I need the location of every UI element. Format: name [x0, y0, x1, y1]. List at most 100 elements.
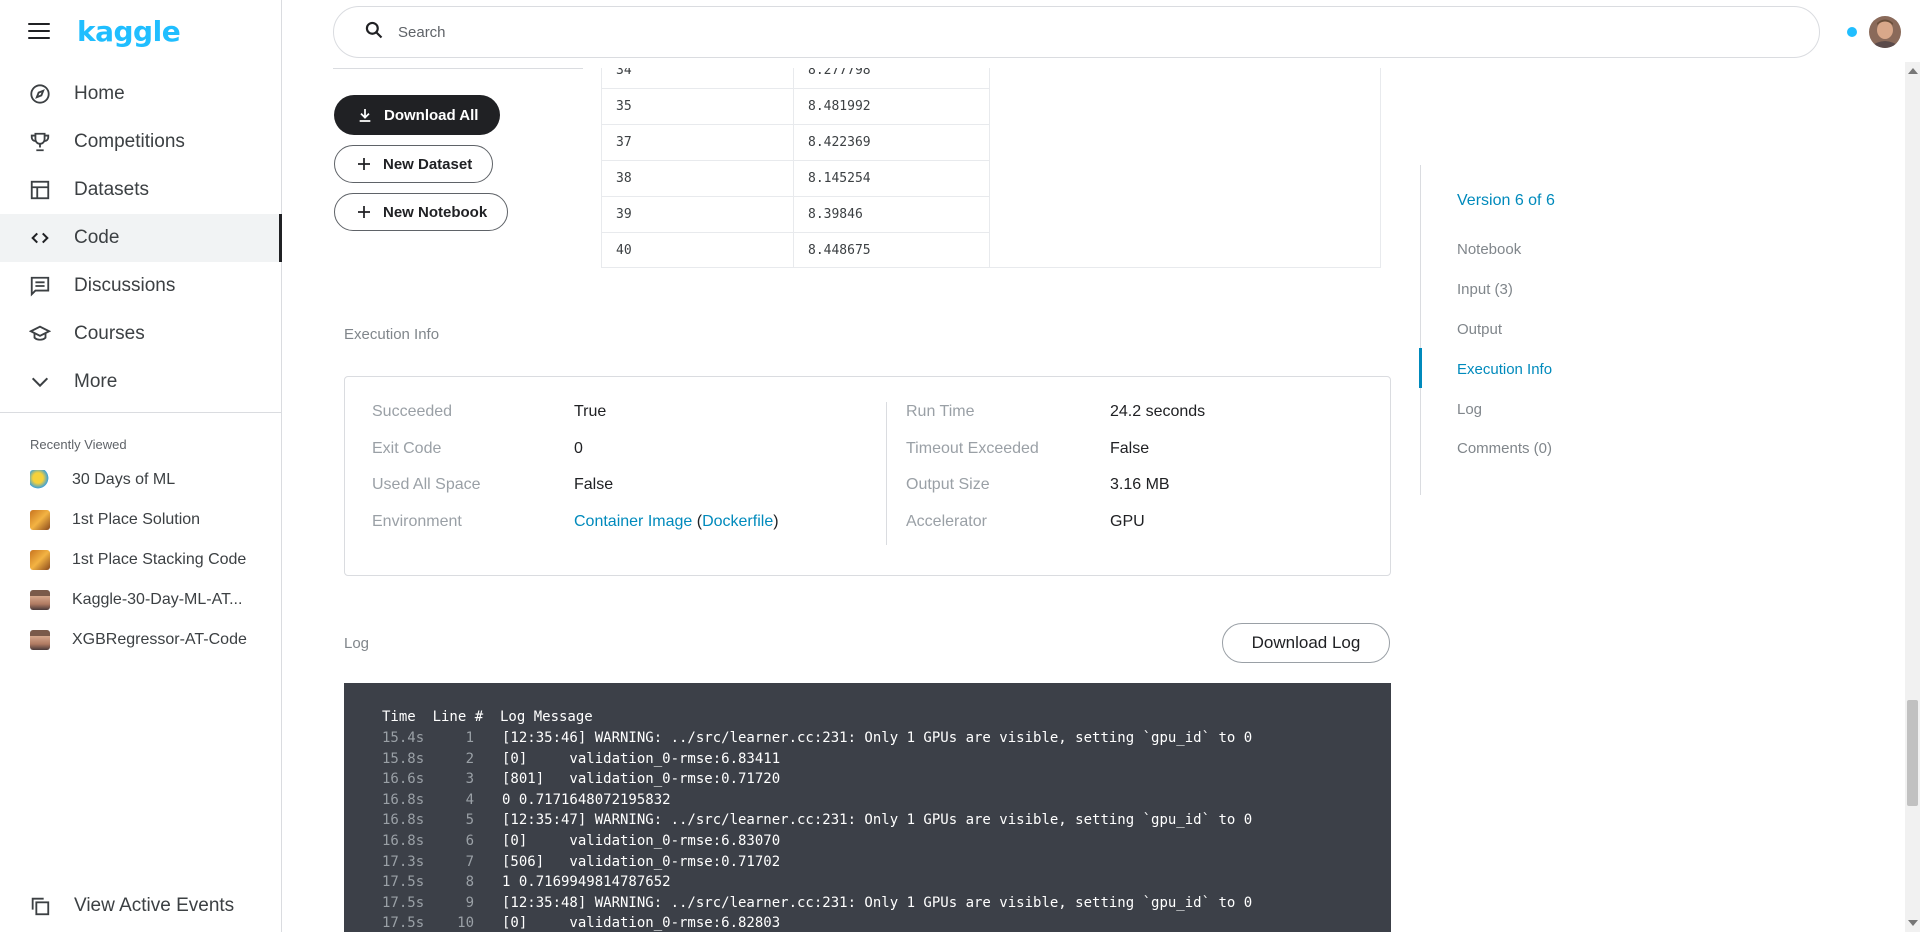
toc-item-comments[interactable]: Comments (0): [1457, 440, 1552, 457]
exec-key: Run Time: [906, 403, 975, 420]
sidebar-header: kaggle: [0, 0, 281, 62]
exec-key: Accelerator: [906, 513, 987, 530]
scroll-down-arrow-icon[interactable]: [1908, 920, 1918, 926]
log-message: [0] validation_0-rmse:6.83070: [502, 833, 781, 849]
compass-icon: [28, 82, 52, 106]
avatar[interactable]: [1869, 16, 1901, 48]
recent-thumbnail: [30, 550, 50, 570]
log-time: 16.6s: [382, 771, 425, 788]
chevron-down-icon: [28, 370, 52, 394]
sidebar-item-datasets[interactable]: Datasets: [0, 166, 281, 214]
toc-item-input[interactable]: Input (3): [1457, 281, 1513, 298]
actions-divider: [333, 68, 583, 69]
notification-dot[interactable]: [1847, 27, 1857, 37]
log-panel[interactable]: Time Line # Log Message 15.4s 1 [12:35:46]…: [344, 683, 1391, 932]
recent-item[interactable]: 30 Days of ML: [0, 460, 281, 500]
recent-thumbnail: [30, 590, 50, 610]
exec-key: Timeout Exceeded: [906, 440, 1039, 457]
sidebar-item-label: Discussions: [74, 275, 176, 296]
environment-value: Container Image (Dockerfile): [574, 513, 779, 531]
recent-item-label: XGBRegressor-AT-Code: [72, 631, 247, 648]
toc-item-execution-info[interactable]: Execution Info: [1457, 361, 1552, 378]
log-line-number: 2: [465, 750, 474, 767]
recently-viewed-title: Recently Viewed: [30, 437, 127, 452]
table-icon: [28, 178, 52, 202]
table-cell-value: 8.39846: [793, 196, 990, 233]
new-dataset-button[interactable]: New Dataset: [334, 145, 494, 183]
sidebar-item-more[interactable]: More: [0, 358, 281, 406]
recent-item-label: 1st Place Stacking Code: [72, 551, 247, 568]
sidebar-item-code[interactable]: Code: [0, 214, 282, 262]
exec-key: Used All Space: [372, 476, 481, 493]
exec-value: False: [574, 476, 614, 493]
log-time: 17.5s: [382, 915, 425, 932]
recent-item[interactable]: 1st Place Stacking Code: [0, 540, 281, 580]
sidebar-item-label: More: [74, 371, 118, 392]
sidebar-item-discussions[interactable]: Discussions: [0, 262, 281, 310]
view-active-events-label: View Active Events: [74, 895, 235, 916]
recent-thumbnail: [30, 510, 50, 530]
scroll-up-arrow-icon[interactable]: [1908, 68, 1918, 74]
kaggle-logo[interactable]: kaggle: [77, 15, 181, 48]
log-line-number: 8: [465, 874, 474, 891]
school-icon: [28, 322, 52, 346]
output-table: 34 8.277798 35 8.481992 37 8.422369 38 8.145…: [601, 68, 990, 267]
view-active-events-button[interactable]: View Active Events: [28, 894, 234, 918]
recent-item-label: 1st Place Solution: [72, 511, 201, 528]
toc-item-notebook[interactable]: Notebook: [1457, 241, 1521, 258]
toc-active-marker: [1419, 348, 1422, 388]
table-cell-id: 39: [601, 196, 794, 233]
table-row: 40 8.448675: [601, 232, 990, 267]
log-line-number: 3: [465, 771, 474, 788]
scrollbar-thumb[interactable]: [1907, 700, 1918, 806]
toc-item-output[interactable]: Output: [1457, 321, 1502, 338]
sidebar-item-courses[interactable]: Courses: [0, 310, 281, 358]
output-table-container[interactable]: 34 8.277798 35 8.481992 37 8.422369 38 8.145…: [601, 68, 1381, 268]
log-line-number: 6: [465, 833, 474, 849]
exec-value: 0: [574, 440, 583, 457]
toc-item-log[interactable]: Log: [1457, 401, 1482, 418]
exec-divider: [886, 402, 887, 545]
download-all-button[interactable]: Download All: [334, 95, 501, 135]
exec-value: False: [1110, 440, 1150, 457]
exec-key: Output Size: [906, 476, 990, 493]
log-message: 1 0.7169949814787652: [502, 874, 671, 891]
sidebar-item-competitions[interactable]: Competitions: [0, 118, 281, 166]
sidebar-item-home[interactable]: Home: [0, 70, 281, 118]
recent-item[interactable]: Kaggle-30-Day-ML-AT...: [0, 580, 281, 620]
table-cell-id: 37: [601, 124, 794, 161]
sidebar-item-label: Home: [74, 83, 125, 104]
log-message: 0 0.7171648072195832: [502, 791, 671, 808]
new-notebook-label: New Notebook: [383, 203, 488, 221]
exec-value: 24.2 seconds: [1110, 403, 1206, 420]
sidebar-nav: Home Competitions Datasets Code Discussi…: [0, 70, 282, 406]
container-image-link[interactable]: Container Image: [574, 513, 692, 530]
log-line-number: 10: [457, 915, 474, 932]
table-cell-id: 34: [601, 68, 794, 89]
log-line-number: 5: [465, 812, 474, 829]
paren-open: (: [692, 513, 703, 530]
log-time: 17.5s: [382, 894, 425, 911]
dockerfile-link[interactable]: Dockerfile: [702, 513, 773, 530]
menu-icon[interactable]: [28, 23, 50, 39]
log-line-number: 1: [465, 730, 474, 746]
sidebar-item-label: Code: [74, 227, 120, 248]
table-cell-value: 8.448675: [793, 232, 990, 267]
new-notebook-button[interactable]: New Notebook: [334, 193, 509, 231]
page-scrollbar[interactable]: [1905, 62, 1920, 932]
recent-item[interactable]: 1st Place Solution: [0, 500, 281, 540]
download-all-label: Download All: [384, 106, 479, 124]
log-time: 16.8s: [382, 791, 425, 808]
log-time: 17.3s: [382, 853, 425, 870]
trophy-icon: [28, 130, 52, 154]
recent-item[interactable]: XGBRegressor-AT-Code: [0, 620, 281, 660]
sidebar-item-label: Courses: [74, 323, 145, 344]
log-time: 15.4s: [382, 730, 425, 746]
log-message: [0] validation_0-rmse:6.82803: [502, 915, 781, 932]
plus-icon: [355, 203, 373, 221]
table-cell-id: 40: [601, 232, 794, 267]
version-label[interactable]: Version 6 of 6: [1457, 192, 1555, 210]
sidebar-item-label: Competitions: [74, 131, 185, 152]
download-log-button[interactable]: Download Log: [1222, 623, 1390, 663]
search-input[interactable]: Search: [333, 6, 1820, 58]
